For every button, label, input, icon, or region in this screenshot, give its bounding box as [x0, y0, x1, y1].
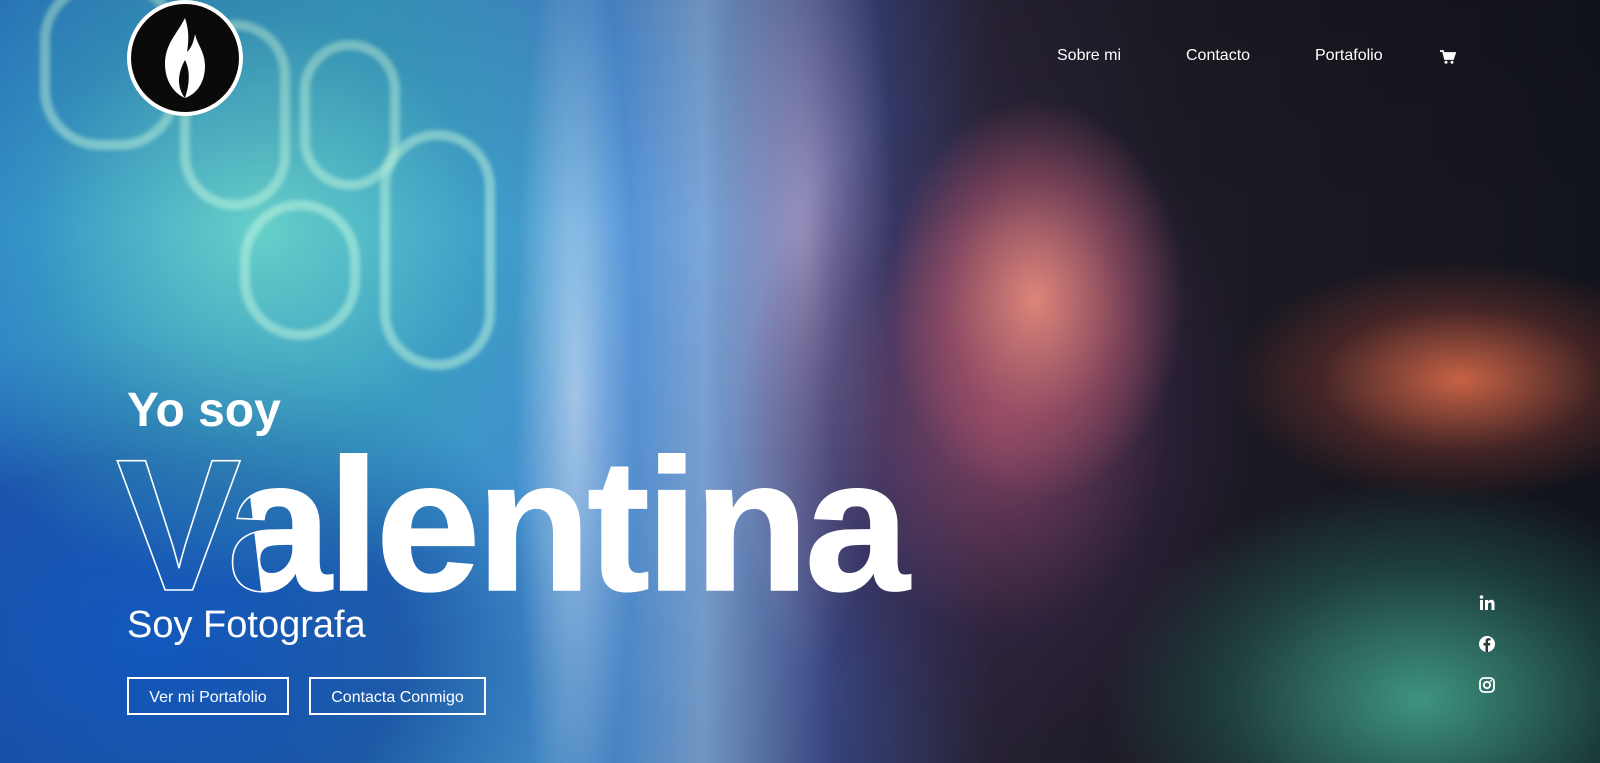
facebook-icon[interactable]	[1478, 635, 1496, 653]
main-nav: Sobre mi Contacto Portafolio	[0, 46, 1600, 68]
social-links	[1478, 594, 1496, 717]
hero-section: Sobre mi Contacto Portafolio Yo soy Vale…	[0, 0, 1600, 763]
hero-role: Soy Fotografa	[127, 604, 366, 646]
cart-icon[interactable]	[1440, 49, 1457, 65]
nav-item-contacto[interactable]: Contacto	[1186, 46, 1250, 66]
instagram-icon[interactable]	[1478, 676, 1496, 694]
contact-me-button[interactable]: Contacta Conmigo	[309, 677, 486, 715]
hero-name: Valentina Valentina	[112, 419, 972, 631]
nav-item-sobre-mi[interactable]: Sobre mi	[1057, 46, 1121, 66]
view-portfolio-button[interactable]: Ver mi Portafolio	[127, 677, 289, 715]
background-overlay	[0, 0, 1600, 763]
linkedin-icon[interactable]	[1478, 594, 1496, 612]
nav-item-portafolio[interactable]: Portafolio	[1315, 46, 1383, 66]
